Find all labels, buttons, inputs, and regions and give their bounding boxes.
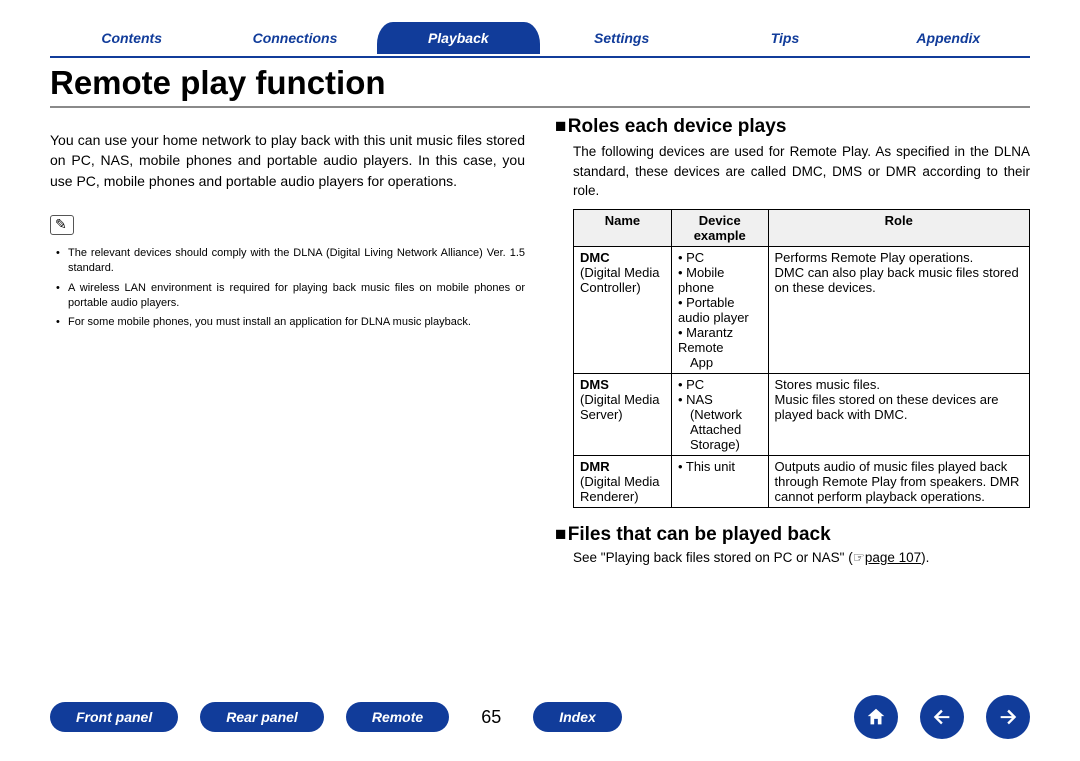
note-item: A wireless LAN environment is required f… — [68, 281, 525, 312]
arrow-left-icon — [931, 706, 953, 728]
cell-name: DMS(Digital Media Server) — [574, 373, 672, 455]
cell-name: DMR(Digital Media Renderer) — [574, 455, 672, 507]
cell-role: Outputs audio of music files played back… — [768, 455, 1029, 507]
top-nav: Contents Connections Playback Settings T… — [50, 20, 1030, 58]
page-title: Remote play function — [50, 64, 1030, 108]
th-role: Role — [768, 209, 1029, 246]
th-device: Device example — [671, 209, 768, 246]
prev-button[interactable] — [920, 695, 964, 739]
cell-role: Stores music files.Music files stored on… — [768, 373, 1029, 455]
tab-playback[interactable]: Playback — [377, 22, 540, 54]
cell-role: Performs Remote Play operations.DMC can … — [768, 246, 1029, 373]
note-item: The relevant devices should comply with … — [68, 246, 525, 277]
notes-list: The relevant devices should comply with … — [50, 246, 525, 331]
section-files-heading: Files that can be played back — [555, 524, 1030, 546]
table-row: DMS(Digital Media Server)PCNAS (Network … — [574, 373, 1030, 455]
table-row: DMR(Digital Media Renderer)This unitOutp… — [574, 455, 1030, 507]
cell-device: PCMobile phonePortable audio playerMaran… — [671, 246, 768, 373]
tab-connections[interactable]: Connections — [213, 22, 376, 54]
cell-device: This unit — [671, 455, 768, 507]
files-text-a: See "Playing back files stored on PC or … — [573, 550, 865, 565]
tab-tips[interactable]: Tips — [703, 22, 866, 54]
table-row: DMC(Digital Media Controller)PCMobile ph… — [574, 246, 1030, 373]
note-icon — [50, 215, 74, 235]
section-files-text: See "Playing back files stored on PC or … — [573, 550, 1030, 566]
cell-name: DMC(Digital Media Controller) — [574, 246, 672, 373]
home-button[interactable] — [854, 695, 898, 739]
section-roles-sub: The following devices are used for Remot… — [573, 142, 1030, 201]
tab-appendix[interactable]: Appendix — [867, 22, 1030, 54]
btn-remote[interactable]: Remote — [346, 702, 449, 732]
btn-rear-panel[interactable]: Rear panel — [200, 702, 324, 732]
files-text-b: ). — [921, 550, 929, 565]
th-name: Name — [574, 209, 672, 246]
btn-front-panel[interactable]: Front panel — [50, 702, 178, 732]
roles-table: Name Device example Role DMC(Digital Med… — [573, 209, 1030, 508]
home-icon — [865, 706, 887, 728]
bottom-nav: Front panel Rear panel Remote 65 Index — [0, 695, 1080, 739]
intro-text: You can use your home network to play ba… — [50, 130, 525, 191]
btn-index[interactable]: Index — [533, 702, 622, 732]
page-link[interactable]: page 107 — [865, 550, 921, 565]
tab-contents[interactable]: Contents — [50, 22, 213, 54]
page-number: 65 — [481, 707, 501, 728]
arrow-right-icon — [997, 706, 1019, 728]
tab-settings[interactable]: Settings — [540, 22, 703, 54]
cell-device: PCNAS (Network Attached Storage) — [671, 373, 768, 455]
section-roles-heading: Roles each device plays — [555, 116, 1030, 138]
note-item: For some mobile phones, you must install… — [68, 315, 525, 330]
next-button[interactable] — [986, 695, 1030, 739]
